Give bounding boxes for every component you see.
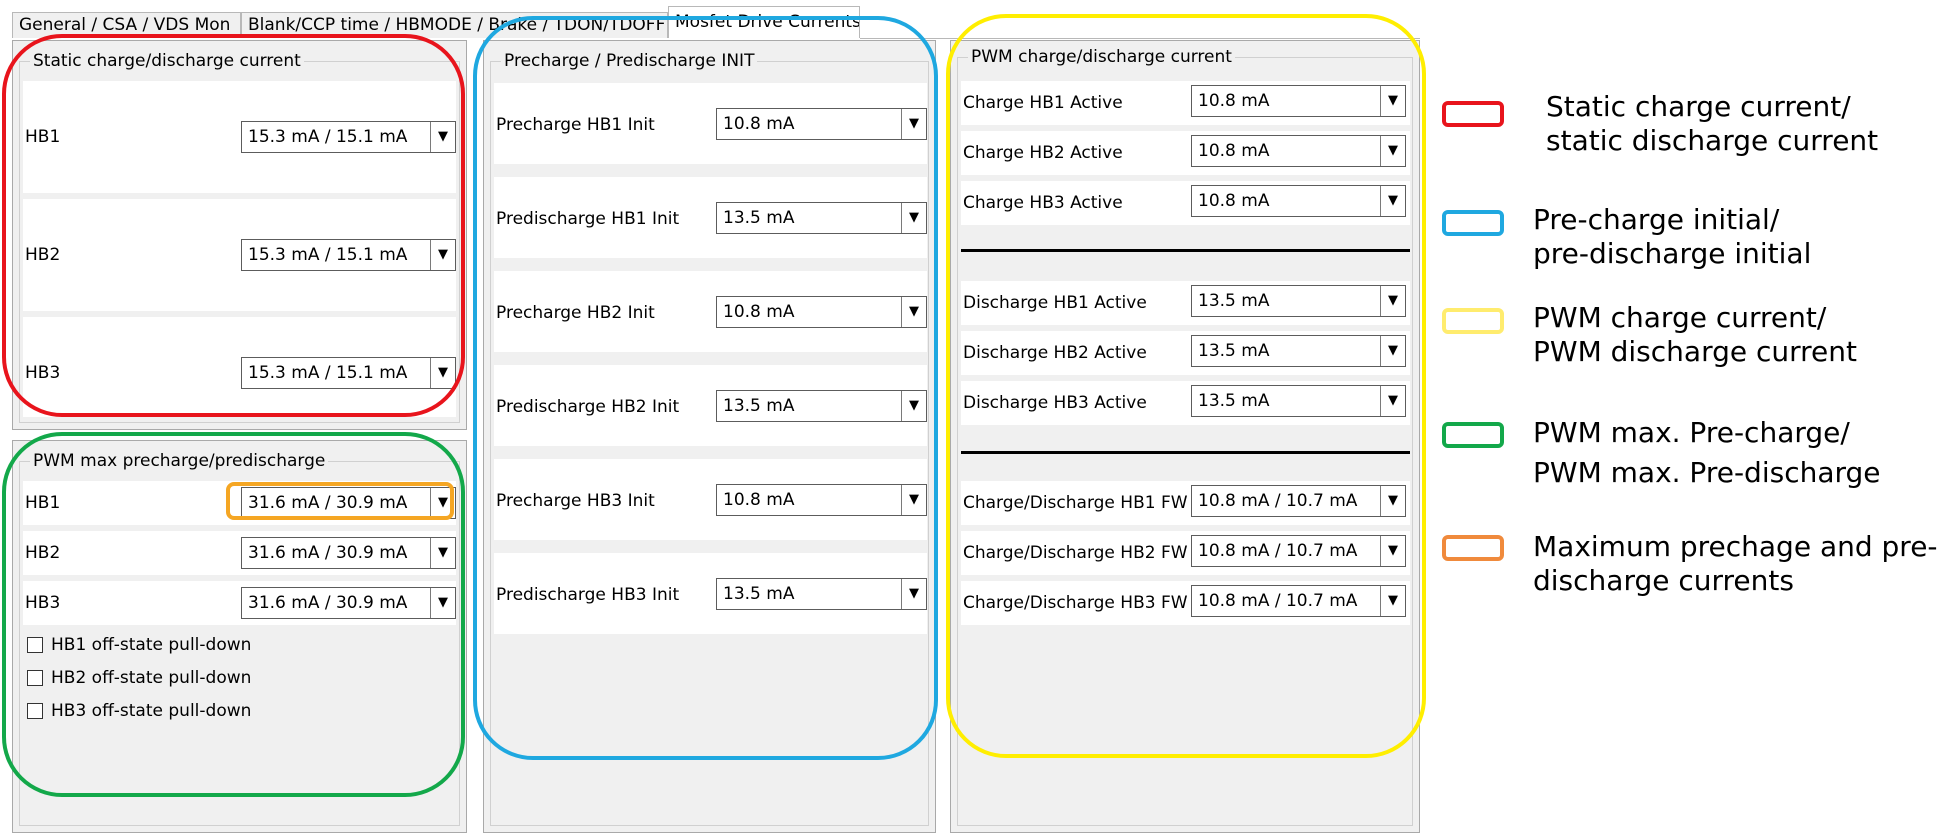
- annotation-blue-box: [473, 16, 938, 760]
- legend-orange-line1: Maximum prechage and pre-: [1533, 530, 1938, 563]
- legend-orange-swatch: [1442, 535, 1504, 561]
- legend-blue-swatch: [1442, 210, 1504, 236]
- annotation-red-box: [2, 34, 465, 417]
- legend-red-text: Static charge current/ static discharge …: [1546, 90, 1878, 158]
- legend-blue-line1: Pre-charge initial/: [1533, 203, 1780, 236]
- legend-yellow-swatch: [1442, 308, 1504, 334]
- legend-red-swatch: [1442, 101, 1504, 127]
- annotation-yellow-box: [946, 14, 1426, 758]
- legend-yellow-line2: PWM discharge current: [1533, 335, 1857, 368]
- annotation-orange-box: [226, 482, 454, 520]
- legend-green-text: PWM max. Pre-charge/ PWM max. Pre-discha…: [1533, 413, 1881, 493]
- legend-green-line1: PWM max. Pre-charge/: [1533, 416, 1850, 449]
- legend-orange-text: Maximum prechage and pre- discharge curr…: [1533, 530, 1938, 598]
- legend-red-line1: Static charge current/: [1546, 90, 1851, 123]
- legend-green-line2: PWM max. Pre-discharge: [1533, 456, 1881, 489]
- legend-blue-text: Pre-charge initial/ pre-discharge initia…: [1533, 203, 1811, 271]
- legend-blue-line2: pre-discharge initial: [1533, 237, 1812, 270]
- legend-orange-line2: discharge currents: [1533, 564, 1794, 597]
- legend-green-swatch: [1442, 422, 1504, 448]
- legend-red-line2: static discharge current: [1546, 124, 1879, 157]
- legend-yellow-line1: PWM charge current/: [1533, 301, 1827, 334]
- legend-yellow-text: PWM charge current/ PWM discharge curren…: [1533, 301, 1857, 369]
